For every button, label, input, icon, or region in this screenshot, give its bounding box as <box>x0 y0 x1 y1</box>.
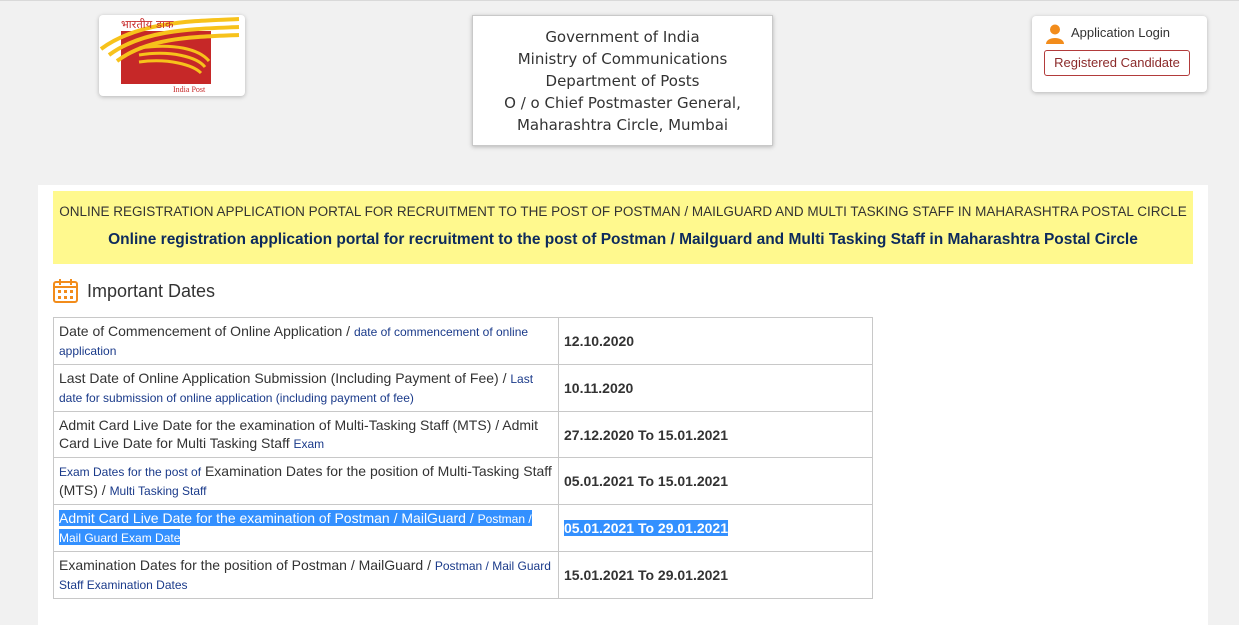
important-dates-title: Important Dates <box>87 281 216 301</box>
event-date-cell: 10.11.2020 <box>558 364 873 412</box>
event-date-cell: 12.10.2020 <box>558 317 873 365</box>
header-line-2: Ministry of Communications <box>517 50 728 68</box>
event-small-text: Exam <box>293 437 325 451</box>
table-row: Admit Card Live Date for the examination… <box>53 504 873 552</box>
event-date-value: 27.12.2020 To 15.01.2021 <box>564 426 728 443</box>
event-main-text: Examination Dates for the position of Po… <box>59 557 424 573</box>
event-description: Admit Card Live Date for the examination… <box>59 510 532 545</box>
event-date-cell: 27.12.2020 To 15.01.2021 <box>558 411 873 458</box>
main-panel: ONLINE REGISTRATION APPLICATION PORTAL F… <box>38 185 1208 625</box>
event-date-value: 05.01.2021 To 29.01.2021 <box>564 520 728 536</box>
portal-banner: ONLINE REGISTRATION APPLICATION PORTAL F… <box>53 191 1193 264</box>
table-row: Examination Dates for the position of Po… <box>53 551 873 599</box>
event-separator: / <box>342 323 354 339</box>
table-row: Admit Card Live Date for the examination… <box>53 411 873 458</box>
event-main-text: Admit Card Live Date for the examination… <box>59 510 466 526</box>
registered-candidate-button[interactable]: Registered Candidate <box>1044 50 1190 76</box>
table-row: Date of Commencement of Online Applicati… <box>53 317 873 365</box>
event-date-value: 10.11.2020 <box>564 380 634 396</box>
india-post-logo[interactable]: भारतीय डाक India Post <box>99 15 245 96</box>
event-description-cell: Admit Card Live Date for the examination… <box>53 411 559 458</box>
event-separator: / <box>97 482 110 498</box>
event-small-text: Multi Tasking Staff <box>109 484 207 498</box>
table-row: Exam Dates for the post of Examination D… <box>53 457 873 505</box>
event-separator: / <box>423 557 435 573</box>
event-description-cell: Date of Commencement of Online Applicati… <box>53 317 559 365</box>
event-date-value: 15.01.2021 To 29.01.2021 <box>564 567 728 583</box>
banner-uppercase-text: ONLINE REGISTRATION APPLICATION PORTAL F… <box>59 204 1187 219</box>
event-date-value: 12.10.2020 <box>564 333 635 349</box>
government-header: Government of India Ministry of Communic… <box>472 15 773 146</box>
banner-title: Online registration application portal f… <box>108 231 1138 248</box>
logo-hindi-text: भारतीय डाक <box>121 18 174 31</box>
event-description: Exam Dates for the post of Examination D… <box>59 463 552 498</box>
event-date-cell: 05.01.2021 To 15.01.2021 <box>558 457 873 505</box>
event-prefix-text: Exam Dates for the post of <box>59 465 202 479</box>
top-border <box>0 0 1239 1</box>
event-description-cell: Admit Card Live Date for the examination… <box>53 504 559 552</box>
login-panel: Application Login Registered Candidate <box>1032 16 1207 92</box>
event-description-cell: Last Date of Online Application Submissi… <box>53 364 559 412</box>
event-description: Last Date of Online Application Submissi… <box>59 370 533 405</box>
event-description-cell: Exam Dates for the post of Examination D… <box>53 457 559 505</box>
event-main-text: Date of Commencement of Online Applicati… <box>59 323 343 339</box>
event-description-cell: Examination Dates for the position of Po… <box>53 551 559 599</box>
header-line-3: Department of Posts <box>545 72 700 90</box>
event-description: Admit Card Live Date for the examination… <box>59 417 538 451</box>
event-date-cell: 05.01.2021 To 29.01.2021 <box>558 504 873 552</box>
important-dates-table: Date of Commencement of Online Applicati… <box>53 317 873 599</box>
header-line-1: Government of India <box>545 28 700 46</box>
header-line-4: O / o Chief Postmaster General, <box>504 94 741 112</box>
event-date-cell: 15.01.2021 To 29.01.2021 <box>558 551 873 599</box>
calendar-icon <box>53 279 78 303</box>
logo-english-text: India Post <box>173 85 206 94</box>
event-separator: / <box>465 510 478 526</box>
user-icon <box>1046 24 1064 44</box>
event-date-value: 05.01.2021 To 15.01.2021 <box>564 473 728 489</box>
event-description: Examination Dates for the position of Po… <box>59 557 551 592</box>
event-separator: / <box>498 370 511 386</box>
table-row: Last Date of Online Application Submissi… <box>53 364 873 412</box>
event-description: Date of Commencement of Online Applicati… <box>59 323 528 358</box>
event-main-text: Last Date of Online Application Submissi… <box>59 370 499 386</box>
header-line-5: Maharashtra Circle, Mumbai <box>516 116 729 134</box>
application-login-link[interactable]: Application Login <box>1071 25 1170 40</box>
